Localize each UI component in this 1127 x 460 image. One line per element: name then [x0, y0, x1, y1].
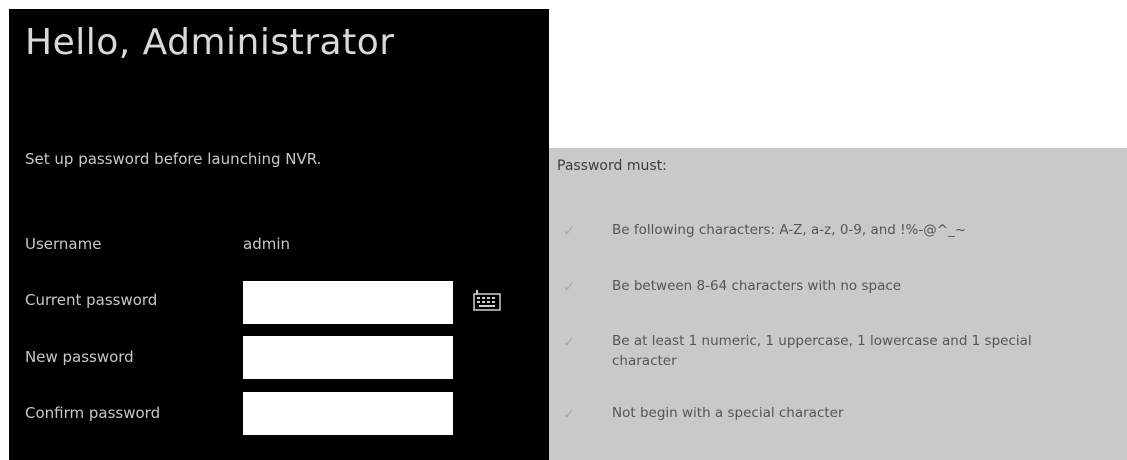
check-icon: ✓: [562, 222, 576, 240]
new-password-label: New password: [25, 348, 134, 366]
requirement-text: Not begin with a special character: [612, 405, 844, 421]
current-password-label: Current password: [25, 291, 158, 309]
check-icon: ✓: [562, 278, 576, 296]
setup-instruction: Set up password before launching NVR.: [25, 150, 322, 168]
check-icon: ✓: [562, 333, 576, 351]
requirements-header: Password must:: [557, 158, 667, 174]
setup-panel: Hello, Administrator Set up password bef…: [9, 9, 549, 460]
new-password-input[interactable]: [243, 336, 453, 379]
page-title: Hello, Administrator: [25, 22, 395, 63]
current-password-input[interactable]: [243, 281, 453, 324]
requirement-text: Be between 8-64 characters with no space: [612, 278, 902, 294]
username-value: admin: [243, 235, 290, 253]
keyboard-icon[interactable]: [473, 289, 501, 311]
password-requirements-panel: Password must: ✓ Be following characters…: [549, 148, 1127, 460]
confirm-password-label: Confirm password: [25, 404, 161, 422]
check-icon: ✓: [562, 405, 576, 423]
confirm-password-input[interactable]: [243, 392, 453, 435]
requirement-text: Be following characters: A-Z, a-z, 0-9, …: [612, 222, 967, 238]
username-label: Username: [25, 235, 102, 253]
requirement-text: Be at least 1 numeric, 1 uppercase, 1 lo…: [612, 333, 1032, 369]
